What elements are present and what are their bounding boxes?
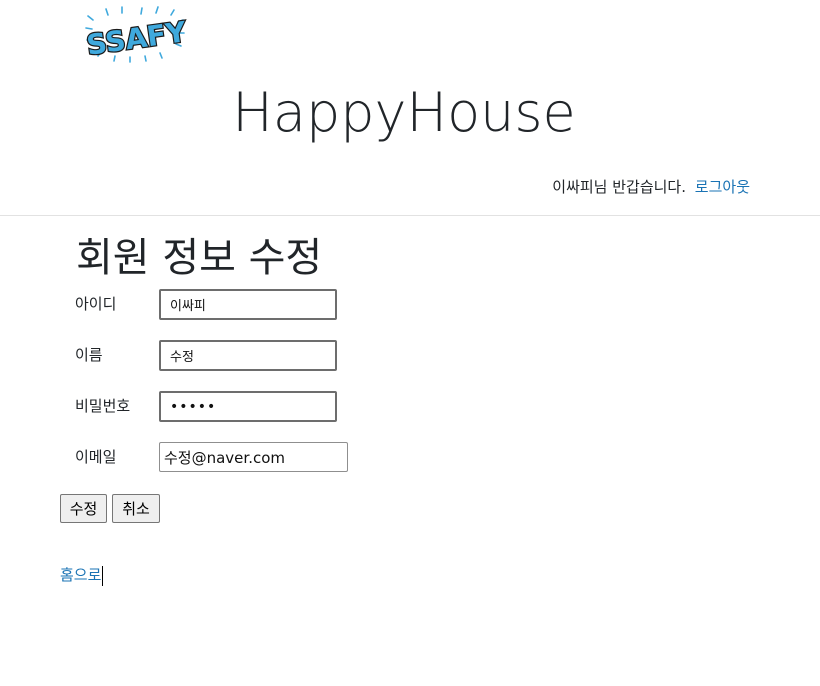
- page: SSAFY HappyHouse 이싸피님 반갑습니다. 로그아웃 회원 정보 …: [0, 0, 820, 686]
- page-title: 회원 정보 수정: [76, 235, 323, 281]
- password-label: 비밀번호: [75, 397, 131, 415]
- ssafy-logo-text: SSAFY: [84, 15, 188, 62]
- home-link[interactable]: 홈으로: [60, 564, 104, 586]
- id-label: 아이디: [75, 295, 117, 313]
- ssafy-logo: SSAFY: [84, 6, 188, 63]
- password-input[interactable]: [159, 391, 337, 422]
- name-label: 이름: [75, 346, 103, 364]
- email-label: 이메일: [75, 448, 117, 466]
- greeting-text: 이싸피님 반갑습니다.: [552, 178, 687, 196]
- app-title: HappyHouse: [232, 81, 576, 144]
- email-input[interactable]: [159, 442, 348, 472]
- logout-link[interactable]: 로그아웃: [695, 178, 750, 196]
- text-caret: [102, 565, 104, 586]
- id-input[interactable]: [159, 289, 337, 320]
- home-link-label: 홈으로: [60, 566, 102, 584]
- cancel-button[interactable]: 취소: [112, 494, 160, 523]
- submit-button[interactable]: 수정: [60, 494, 107, 523]
- name-input[interactable]: [159, 340, 337, 371]
- header-divider: [0, 215, 820, 216]
- user-greeting-bar: 이싸피님 반갑습니다. 로그아웃: [552, 176, 750, 198]
